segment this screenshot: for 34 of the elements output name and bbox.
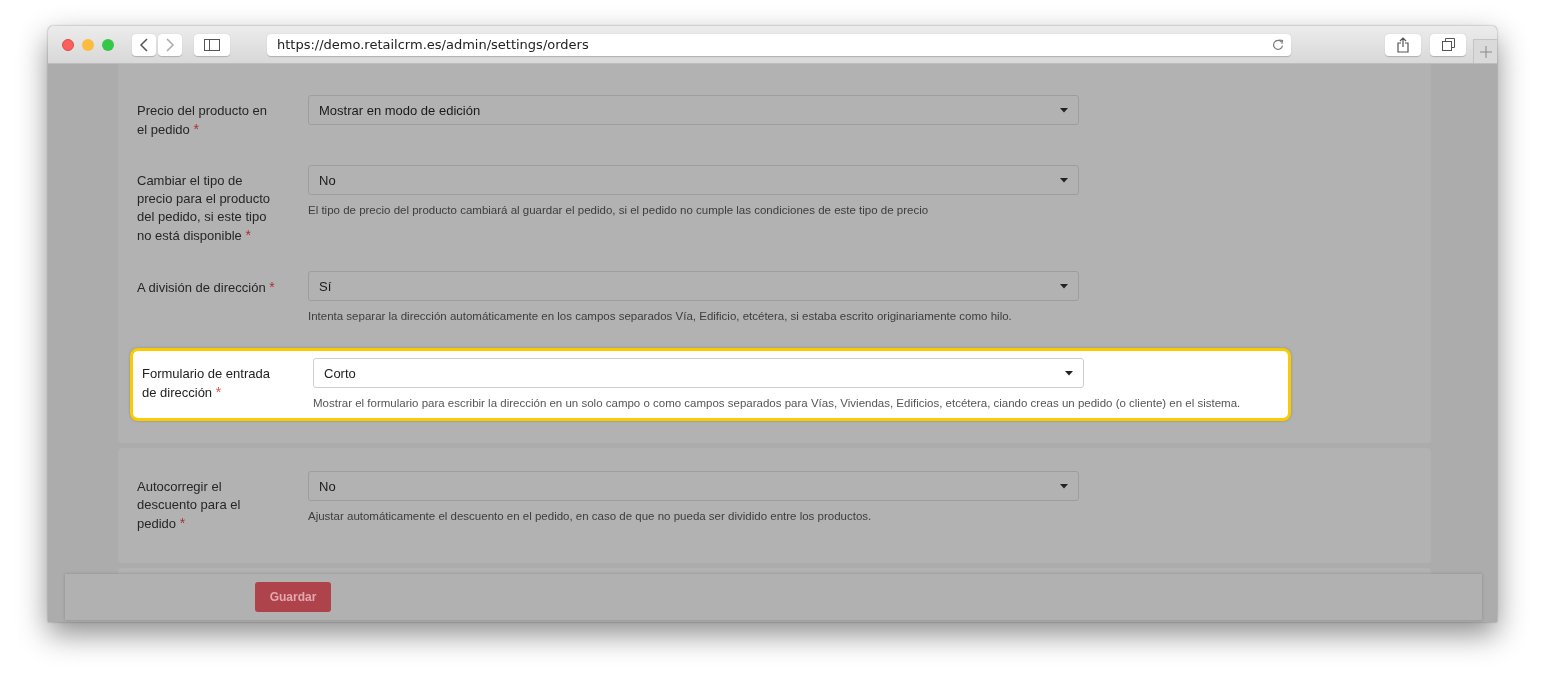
- caret-icon: [1060, 283, 1068, 289]
- caret-icon: [1060, 177, 1068, 183]
- select-dropdown[interactable]: No: [308, 471, 1079, 501]
- plus-icon: [1479, 45, 1492, 58]
- reload-icon[interactable]: [1272, 38, 1284, 51]
- tabs-button[interactable]: [1430, 33, 1466, 56]
- caret-icon: [1060, 107, 1068, 113]
- field-label: Cambiar el tipo de precio para el producto del pedido, si este tipo no está disponible *: [137, 172, 271, 245]
- select-dropdown[interactable]: No: [308, 165, 1079, 195]
- url-text: https://demo.retailcrm.es/admin/settings/orders: [277, 37, 589, 52]
- field-label: Formulario de entrada de dirección *: [142, 365, 271, 402]
- close-window-button[interactable]: [62, 38, 74, 51]
- help-text: Ajustar automáticamente el descuento en el pedido, en caso de que no pueda ser dividido entre los productos.: [308, 510, 873, 522]
- chevron-left-icon: [139, 37, 149, 52]
- field-label: Precio del producto en el pedido *: [137, 102, 269, 139]
- tabs-icon: [1441, 38, 1455, 51]
- caret-icon: [1060, 483, 1068, 489]
- share-button[interactable]: [1385, 33, 1421, 56]
- help-text: El tipo de precio del producto cambiará al guardar el pedido, si el pedido no cumple las condiciones de este tipo de precio: [308, 204, 930, 216]
- select-dropdown[interactable]: Corto: [313, 358, 1084, 388]
- sidebar-icon: [204, 38, 220, 51]
- field-label: Autocorregir el descuento para el pedido *: [137, 478, 242, 533]
- sidebar-button[interactable]: [194, 33, 230, 56]
- zoom-window-button[interactable]: [102, 38, 114, 51]
- address-bar[interactable]: https://demo.retailcrm.es/admin/settings/orders: [267, 33, 1291, 56]
- help-text: Mostrar el formulario para escribir la dirección en un solo campo o como campos separados para Vías, Viviendas, Edificios, etcétera, ciando creas un pedido (o cliente) en el sistema.: [313, 397, 1241, 409]
- field-label: A división de dirección *: [137, 278, 276, 297]
- chevron-right-icon: [165, 37, 175, 52]
- share-icon: [1397, 36, 1409, 53]
- select-dropdown[interactable]: Mostrar en modo de edición: [308, 95, 1079, 125]
- caret-icon: [1065, 370, 1073, 376]
- back-button[interactable]: [132, 33, 156, 56]
- help-text: Intenta separar la dirección automáticamente en los campos separados Vía, Edificio, etcétera, si estaba escrito originariamente como hilo.: [308, 310, 1013, 322]
- select-dropdown[interactable]: Sí: [308, 271, 1079, 301]
